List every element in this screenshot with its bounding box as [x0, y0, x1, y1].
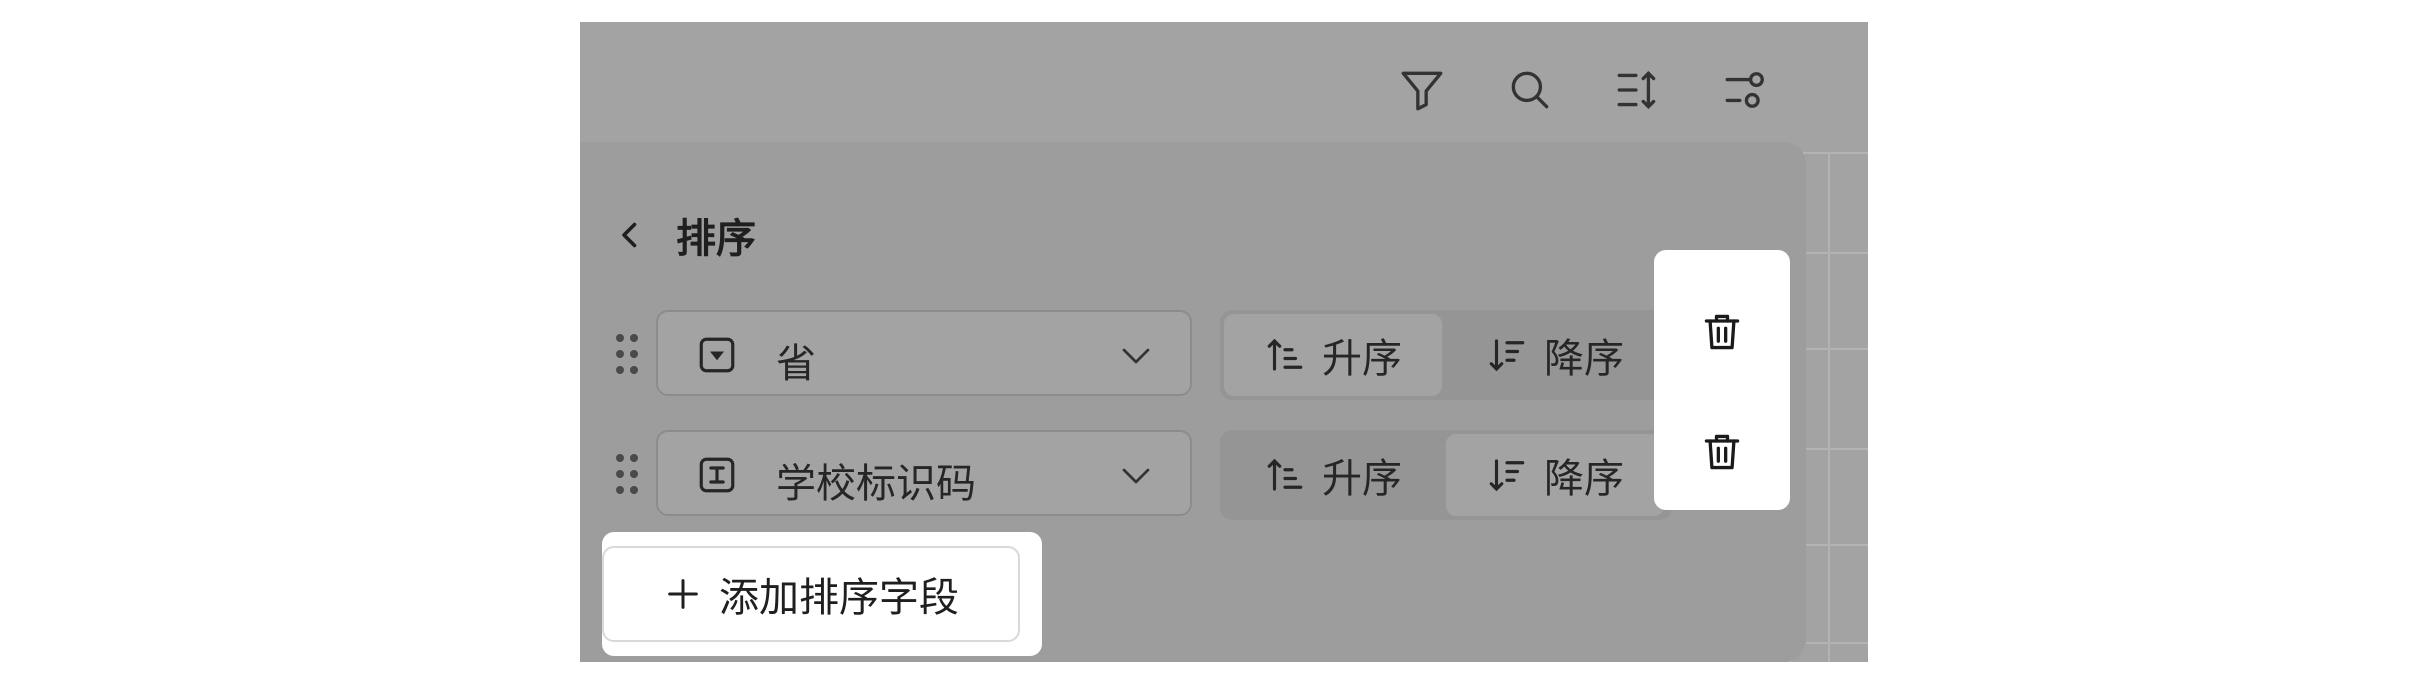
descending-label: 降序 [1544, 336, 1624, 382]
plus-icon [668, 579, 698, 609]
search-icon[interactable] [1500, 60, 1560, 120]
add-sort-field-button[interactable]: 添加排序字段 [602, 546, 1020, 642]
ascending-button[interactable]: 升序 [1224, 314, 1442, 396]
ascending-label: 升序 [1322, 336, 1402, 382]
chevron-down-icon [1122, 468, 1150, 484]
ascending-label: 升序 [1322, 456, 1402, 502]
settings-icon[interactable] [1716, 60, 1776, 120]
add-sort-field-label: 添加排序字段 [719, 575, 959, 621]
app-window: 排序 省 升序 降序 学校标识码 升序 降序 添加排序字段 [580, 22, 1868, 662]
descending-button[interactable]: 降序 [1446, 314, 1664, 396]
add-button-highlight: 添加排序字段 [602, 532, 1042, 656]
sort-field-select[interactable]: 学校标识码 [656, 430, 1192, 516]
sort-ascending-icon [1267, 338, 1303, 371]
descending-label: 降序 [1544, 456, 1624, 502]
sort-order-toggle: 升序 降序 [1220, 310, 1672, 400]
panel-header: 排序 [610, 206, 756, 264]
chevron-down-icon [1122, 348, 1150, 364]
drag-handle-icon[interactable] [616, 454, 642, 496]
delete-rule-button[interactable] [1692, 302, 1752, 362]
sort-field-name: 省 [776, 341, 816, 387]
sort-ascending-icon [1267, 458, 1303, 491]
sort-descending-icon [1489, 459, 1525, 492]
trash-icon [1704, 434, 1740, 470]
filter-icon[interactable] [1392, 60, 1452, 120]
sort-icon[interactable] [1608, 60, 1668, 120]
panel-title: 排序 [676, 216, 756, 262]
ascending-button[interactable]: 升序 [1224, 434, 1442, 516]
sort-field-select[interactable]: 省 [656, 310, 1192, 396]
single-select-field-icon [699, 337, 735, 373]
trash-icon [1704, 314, 1740, 350]
sort-rule-row: 省 升序 降序 [580, 310, 1680, 400]
descending-button[interactable]: 降序 [1446, 434, 1664, 516]
sort-panel: 排序 省 升序 降序 学校标识码 升序 降序 添加排序字段 [580, 142, 1806, 662]
sort-rule-row: 学校标识码 升序 降序 [580, 430, 1680, 520]
drag-handle-icon[interactable] [616, 334, 642, 376]
sort-field-name: 学校标识码 [776, 461, 976, 507]
sort-order-toggle: 升序 降序 [1220, 430, 1672, 520]
sort-descending-icon [1489, 339, 1525, 372]
chevron-left-icon[interactable] [610, 215, 650, 255]
text-field-icon [699, 457, 735, 493]
delete-rule-button[interactable] [1692, 422, 1752, 482]
delete-buttons-highlight [1654, 250, 1790, 510]
